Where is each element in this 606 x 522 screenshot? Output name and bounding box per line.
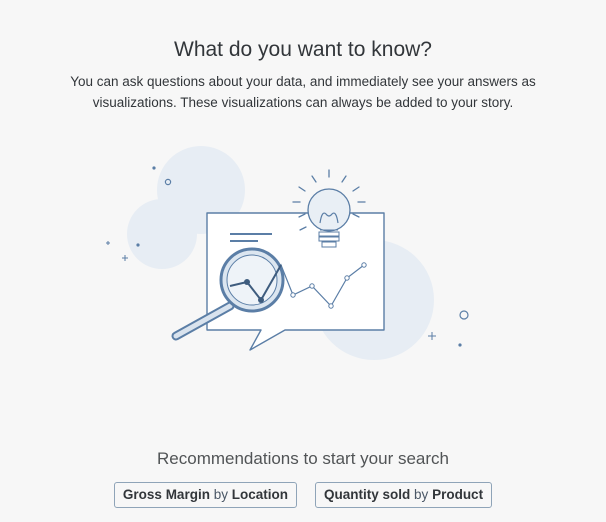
page-title: What do you want to know? <box>174 38 432 61</box>
chip-measure: Quantity sold <box>324 487 411 502</box>
chip-dimension: Location <box>231 487 288 502</box>
recommendation-list: Gross Margin by Location Quantity sold b… <box>0 482 606 508</box>
chip-measure: Gross Margin <box>122 487 210 502</box>
page-description: You can ask questions about your data, a… <box>70 74 536 110</box>
chip-dimension: Product <box>432 487 484 502</box>
chip-connector: by <box>414 487 429 502</box>
chip-connector: by <box>213 487 228 502</box>
recommendation-chip-gross-margin[interactable]: Gross Margin by Location <box>113 482 297 508</box>
recommendations-heading: Recommendations to start your search <box>157 449 449 468</box>
magnifier-chart-lightbulb-icon <box>106 146 469 360</box>
search-empty-state: What do you want to know? You can ask qu… <box>0 0 606 522</box>
recommendation-chip-quantity-sold[interactable]: Quantity sold by Product <box>315 482 493 508</box>
